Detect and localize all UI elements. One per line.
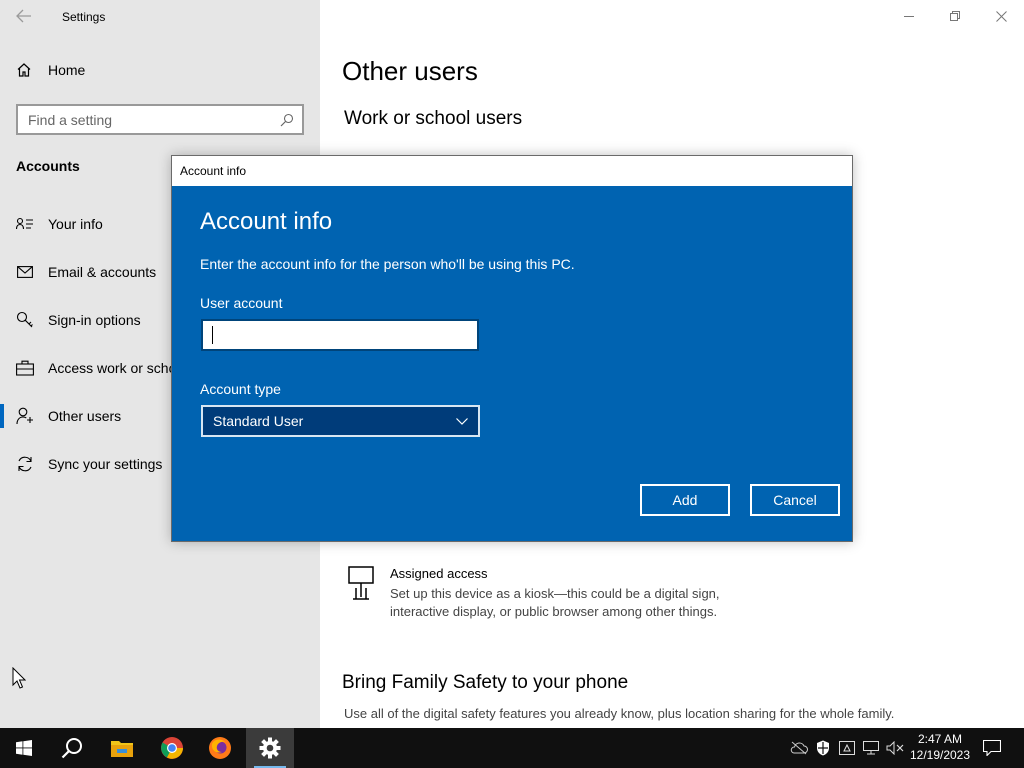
dialog-title-bar: Account info xyxy=(172,156,852,186)
window-alert-icon xyxy=(839,741,855,755)
chevron-down-icon xyxy=(456,417,468,425)
close-icon xyxy=(995,10,1007,22)
defender-tray-button[interactable] xyxy=(812,728,834,768)
restore-button[interactable] xyxy=(932,0,978,32)
family-safety-description: Use all of the digital safety features y… xyxy=(344,706,895,721)
settings-search-box[interactable]: Find a setting xyxy=(16,104,304,135)
back-button[interactable] xyxy=(10,4,38,28)
chrome-button[interactable] xyxy=(148,728,196,768)
nav-item-label: Email & accounts xyxy=(48,264,157,280)
file-explorer-button[interactable] xyxy=(98,728,146,768)
home-nav-item[interactable]: Home xyxy=(16,62,85,78)
chrome-icon xyxy=(161,737,183,759)
shield-icon xyxy=(817,740,829,756)
nav-item-label: Sync your settings xyxy=(48,456,163,472)
section-title: Accounts xyxy=(16,158,80,174)
taskbar-search-button[interactable] xyxy=(48,728,96,768)
search-icon xyxy=(61,738,82,759)
mouse-pointer-icon xyxy=(12,667,26,689)
add-button[interactable]: Add xyxy=(640,484,730,516)
search-placeholder: Find a setting xyxy=(28,111,113,128)
start-icon xyxy=(16,740,32,756)
account-type-value: Standard User xyxy=(213,413,304,429)
account-info-dialog: Account info Account info Enter the acco… xyxy=(171,155,853,542)
family-safety-heading: Bring Family Safety to your phone xyxy=(342,672,629,693)
user-account-label: User account xyxy=(200,295,283,311)
page-title: Other users xyxy=(342,56,478,86)
text-caret xyxy=(212,326,213,344)
taskbar-clock[interactable]: 2:47 AM 12/19/2023 xyxy=(904,731,976,763)
nav-item-label: Other users xyxy=(48,408,122,424)
file-explorer-icon xyxy=(111,741,133,757)
back-arrow-icon xyxy=(16,9,31,23)
settings-taskbar-button[interactable] xyxy=(246,728,294,768)
volume-button[interactable] xyxy=(884,728,906,768)
briefcase-icon xyxy=(16,359,34,377)
account-type-dropdown[interactable]: Standard User xyxy=(201,405,480,437)
cloud-offline-icon xyxy=(790,741,808,755)
search-icon xyxy=(280,113,294,126)
section-heading-work-school: Work or school users xyxy=(344,108,523,129)
key-icon xyxy=(16,311,34,329)
assigned-access-link[interactable]: Assigned access Set up this device as a … xyxy=(348,566,770,621)
user-account-input[interactable] xyxy=(201,319,479,351)
action-center-button[interactable] xyxy=(980,728,1004,768)
cancel-button[interactable]: Cancel xyxy=(750,484,840,516)
home-icon xyxy=(17,63,31,77)
notifications-icon xyxy=(983,740,1001,756)
settings-icon xyxy=(259,737,281,759)
sync-icon xyxy=(16,455,34,473)
network-status-button[interactable] xyxy=(860,728,882,768)
home-label: Home xyxy=(48,62,86,78)
clock-time: 2:47 AM xyxy=(917,732,963,746)
network-tray-button[interactable] xyxy=(788,728,810,768)
person-card-icon xyxy=(16,215,34,233)
app-title: Settings xyxy=(62,10,106,24)
tray-app-button[interactable] xyxy=(836,728,858,768)
clock-date: 12/19/2023 xyxy=(909,748,971,762)
taskbar: 2:47 AM 12/19/2023 xyxy=(0,728,1024,768)
restore-icon xyxy=(950,11,960,21)
dialog-heading: Account info xyxy=(200,208,333,235)
volume-muted-icon xyxy=(886,741,904,755)
dialog-description: Enter the account info for the person wh… xyxy=(200,256,575,272)
nav-item-label: Sign-in options xyxy=(48,312,141,328)
add-person-icon xyxy=(16,407,34,425)
mail-icon xyxy=(16,263,34,281)
account-type-label: Account type xyxy=(200,381,281,397)
nav-item-label: Your info xyxy=(48,216,103,232)
assigned-access-description: Set up this device as a kiosk—this could… xyxy=(390,586,720,619)
firefox-button[interactable] xyxy=(196,728,244,768)
start-button[interactable] xyxy=(0,728,48,768)
assigned-access-title: Assigned access xyxy=(390,566,488,581)
network-icon xyxy=(863,741,879,755)
close-button[interactable] xyxy=(978,0,1024,32)
minimize-icon xyxy=(904,16,914,17)
firefox-icon xyxy=(209,737,231,759)
dialog-window-title: Account info xyxy=(180,164,247,178)
nav-item-label: Access work or school xyxy=(48,360,188,376)
minimize-button[interactable] xyxy=(886,0,932,32)
kiosk-icon xyxy=(348,566,374,600)
